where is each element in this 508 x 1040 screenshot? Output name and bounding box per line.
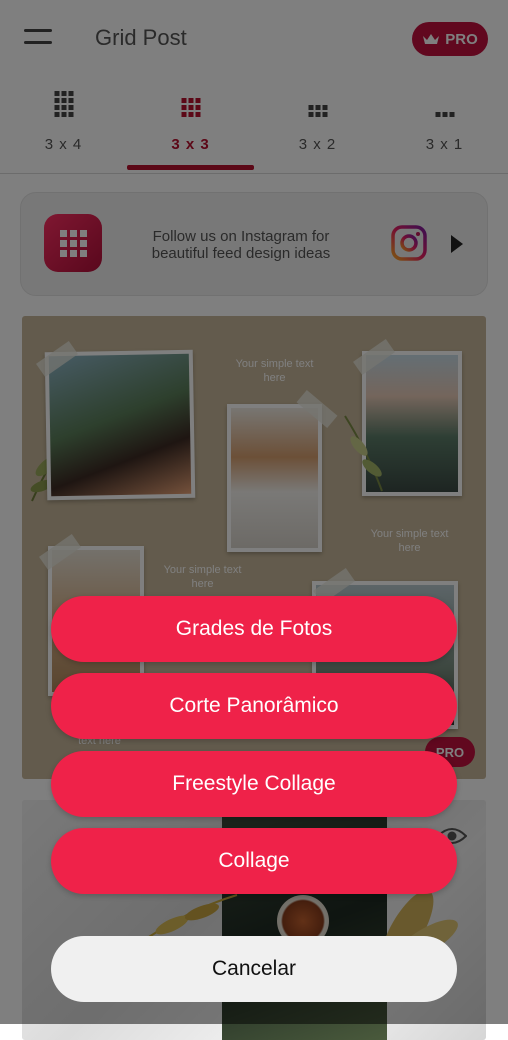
- app-background: Grid Post PRO 3 x 4 3 x 3 3 x 2: [0, 0, 508, 1040]
- corte-panoramico-button[interactable]: Corte Panorâmico: [51, 673, 457, 739]
- cancel-button[interactable]: Cancelar: [51, 936, 457, 1002]
- freestyle-collage-button[interactable]: Freestyle Collage: [51, 751, 457, 817]
- collage-button[interactable]: Collage: [51, 828, 457, 894]
- grades-de-fotos-button[interactable]: Grades de Fotos: [51, 596, 457, 662]
